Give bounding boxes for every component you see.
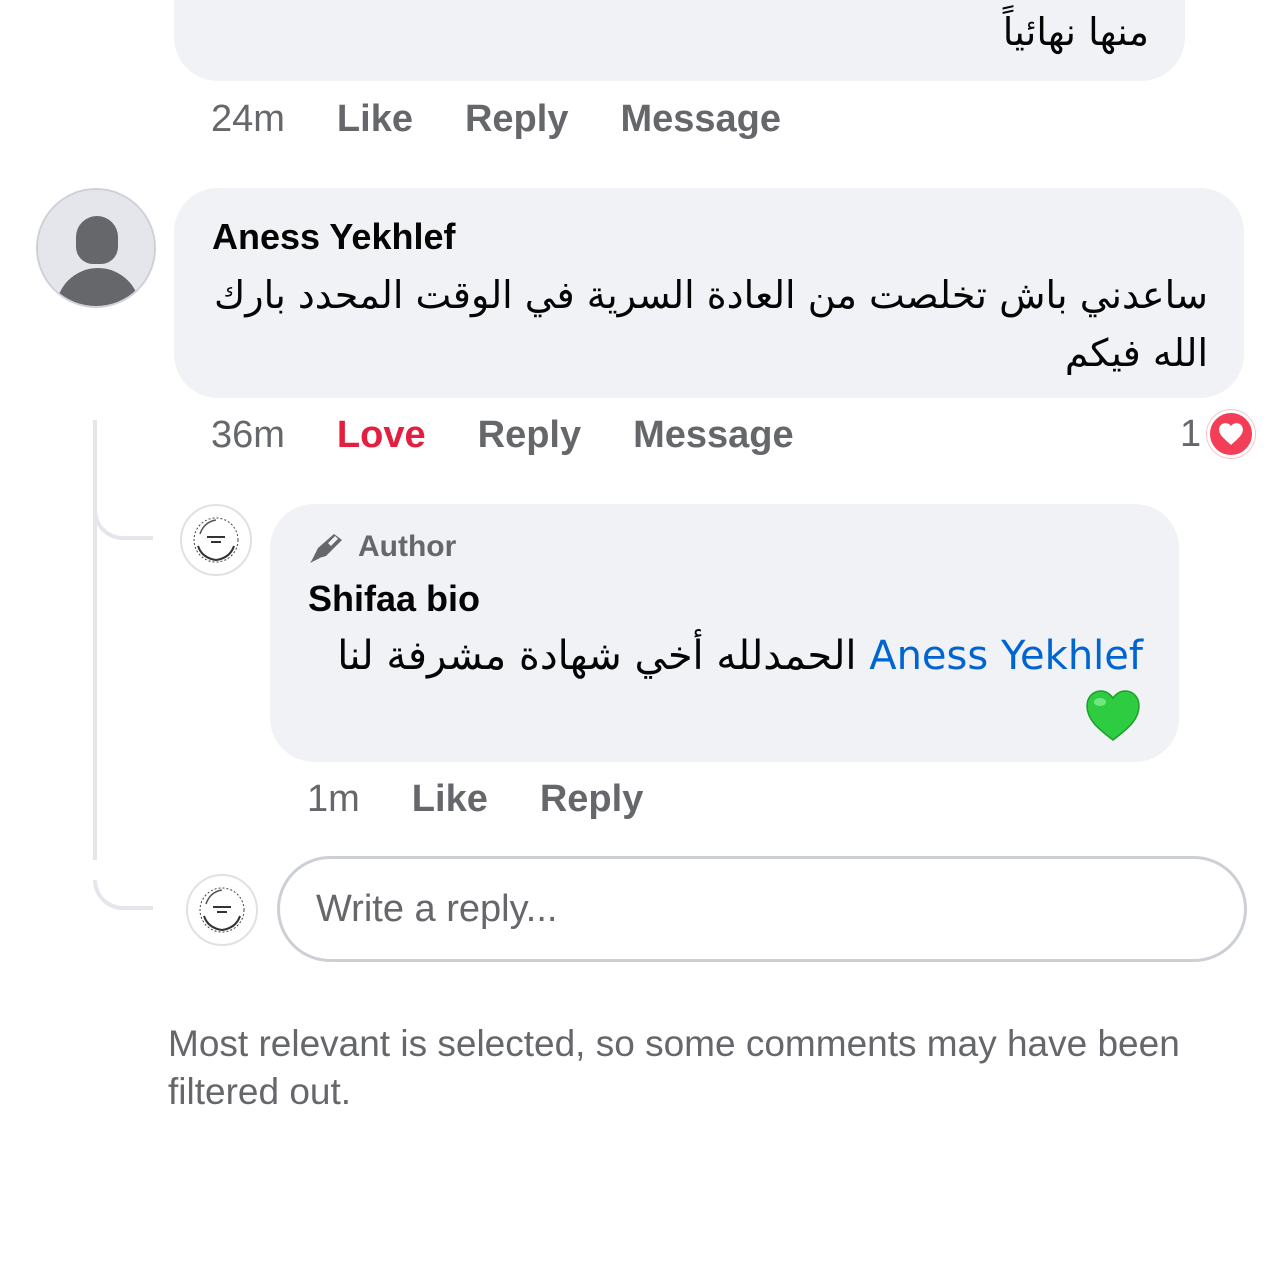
reply-actions: 1m Like Reply <box>307 778 643 821</box>
comment-text: ساعدني باش تخلصت من العادة السرية في الو… <box>213 273 1208 375</box>
reply-button[interactable]: Reply <box>478 414 581 457</box>
reply-message: الحمدلله أخي شهادة مشرفة لنا <box>337 633 857 679</box>
author-badge: Author <box>308 530 456 564</box>
previous-comment-actions: 24m Like Reply Message <box>211 98 781 141</box>
shifaa-bio-logo <box>193 517 239 563</box>
thread-connector <box>93 510 153 540</box>
author-avatar[interactable] <box>180 504 252 576</box>
comments-thread: منها نهائياً 24m Like Reply Message Anes… <box>0 0 1284 1284</box>
previous-comment-bubble: منها نهائياً <box>174 0 1185 81</box>
reply-input[interactable]: Write a reply... <box>277 856 1247 962</box>
message-button[interactable]: Message <box>633 414 794 457</box>
like-button[interactable]: Like <box>337 98 413 141</box>
heart-icon <box>1207 410 1256 458</box>
message-button[interactable]: Message <box>620 98 781 141</box>
reply-button[interactable]: Reply <box>465 98 568 141</box>
avatar[interactable] <box>36 188 156 308</box>
reaction-summary[interactable]: 1 <box>1180 410 1256 458</box>
like-button[interactable]: Like <box>412 778 488 821</box>
filter-notice: Most relevant is selected, so some comme… <box>168 1023 1180 1112</box>
comment-bubble[interactable]: Aness Yekhlef ساعدني باش تخلصت من العادة… <box>174 188 1244 398</box>
comment-time: 36m <box>211 414 285 456</box>
thread-line <box>93 420 97 860</box>
green-heart-emoji <box>1086 690 1140 741</box>
comment-actions: 36m Love Reply Message <box>211 414 794 457</box>
default-user-icon <box>76 216 118 264</box>
previous-comment-text: منها نهائياً <box>1002 10 1149 54</box>
comment-time: 24m <box>211 98 285 140</box>
reply-button[interactable]: Reply <box>540 778 643 821</box>
reply-text: Aness Yekhlef الحمدلله أخي شهادة مشرفة ل… <box>293 628 1143 684</box>
reply-bubble[interactable]: Author Shifaa bio Aness Yekhlef الحمدلله… <box>270 504 1179 762</box>
mention-link[interactable]: Aness Yekhlef <box>869 633 1143 679</box>
reply-time: 1m <box>307 778 360 820</box>
reply-input-placeholder: Write a reply... <box>316 887 558 930</box>
reply-author[interactable]: Shifaa bio <box>308 578 480 620</box>
pen-icon <box>308 530 346 564</box>
author-badge-label: Author <box>358 530 457 563</box>
reaction-count: 1 <box>1180 412 1202 455</box>
composer-avatar[interactable] <box>186 874 258 946</box>
thread-connector <box>93 880 153 910</box>
comment-author[interactable]: Aness Yekhlef <box>212 216 455 258</box>
shifaa-bio-logo <box>199 887 245 933</box>
love-button[interactable]: Love <box>337 414 426 457</box>
